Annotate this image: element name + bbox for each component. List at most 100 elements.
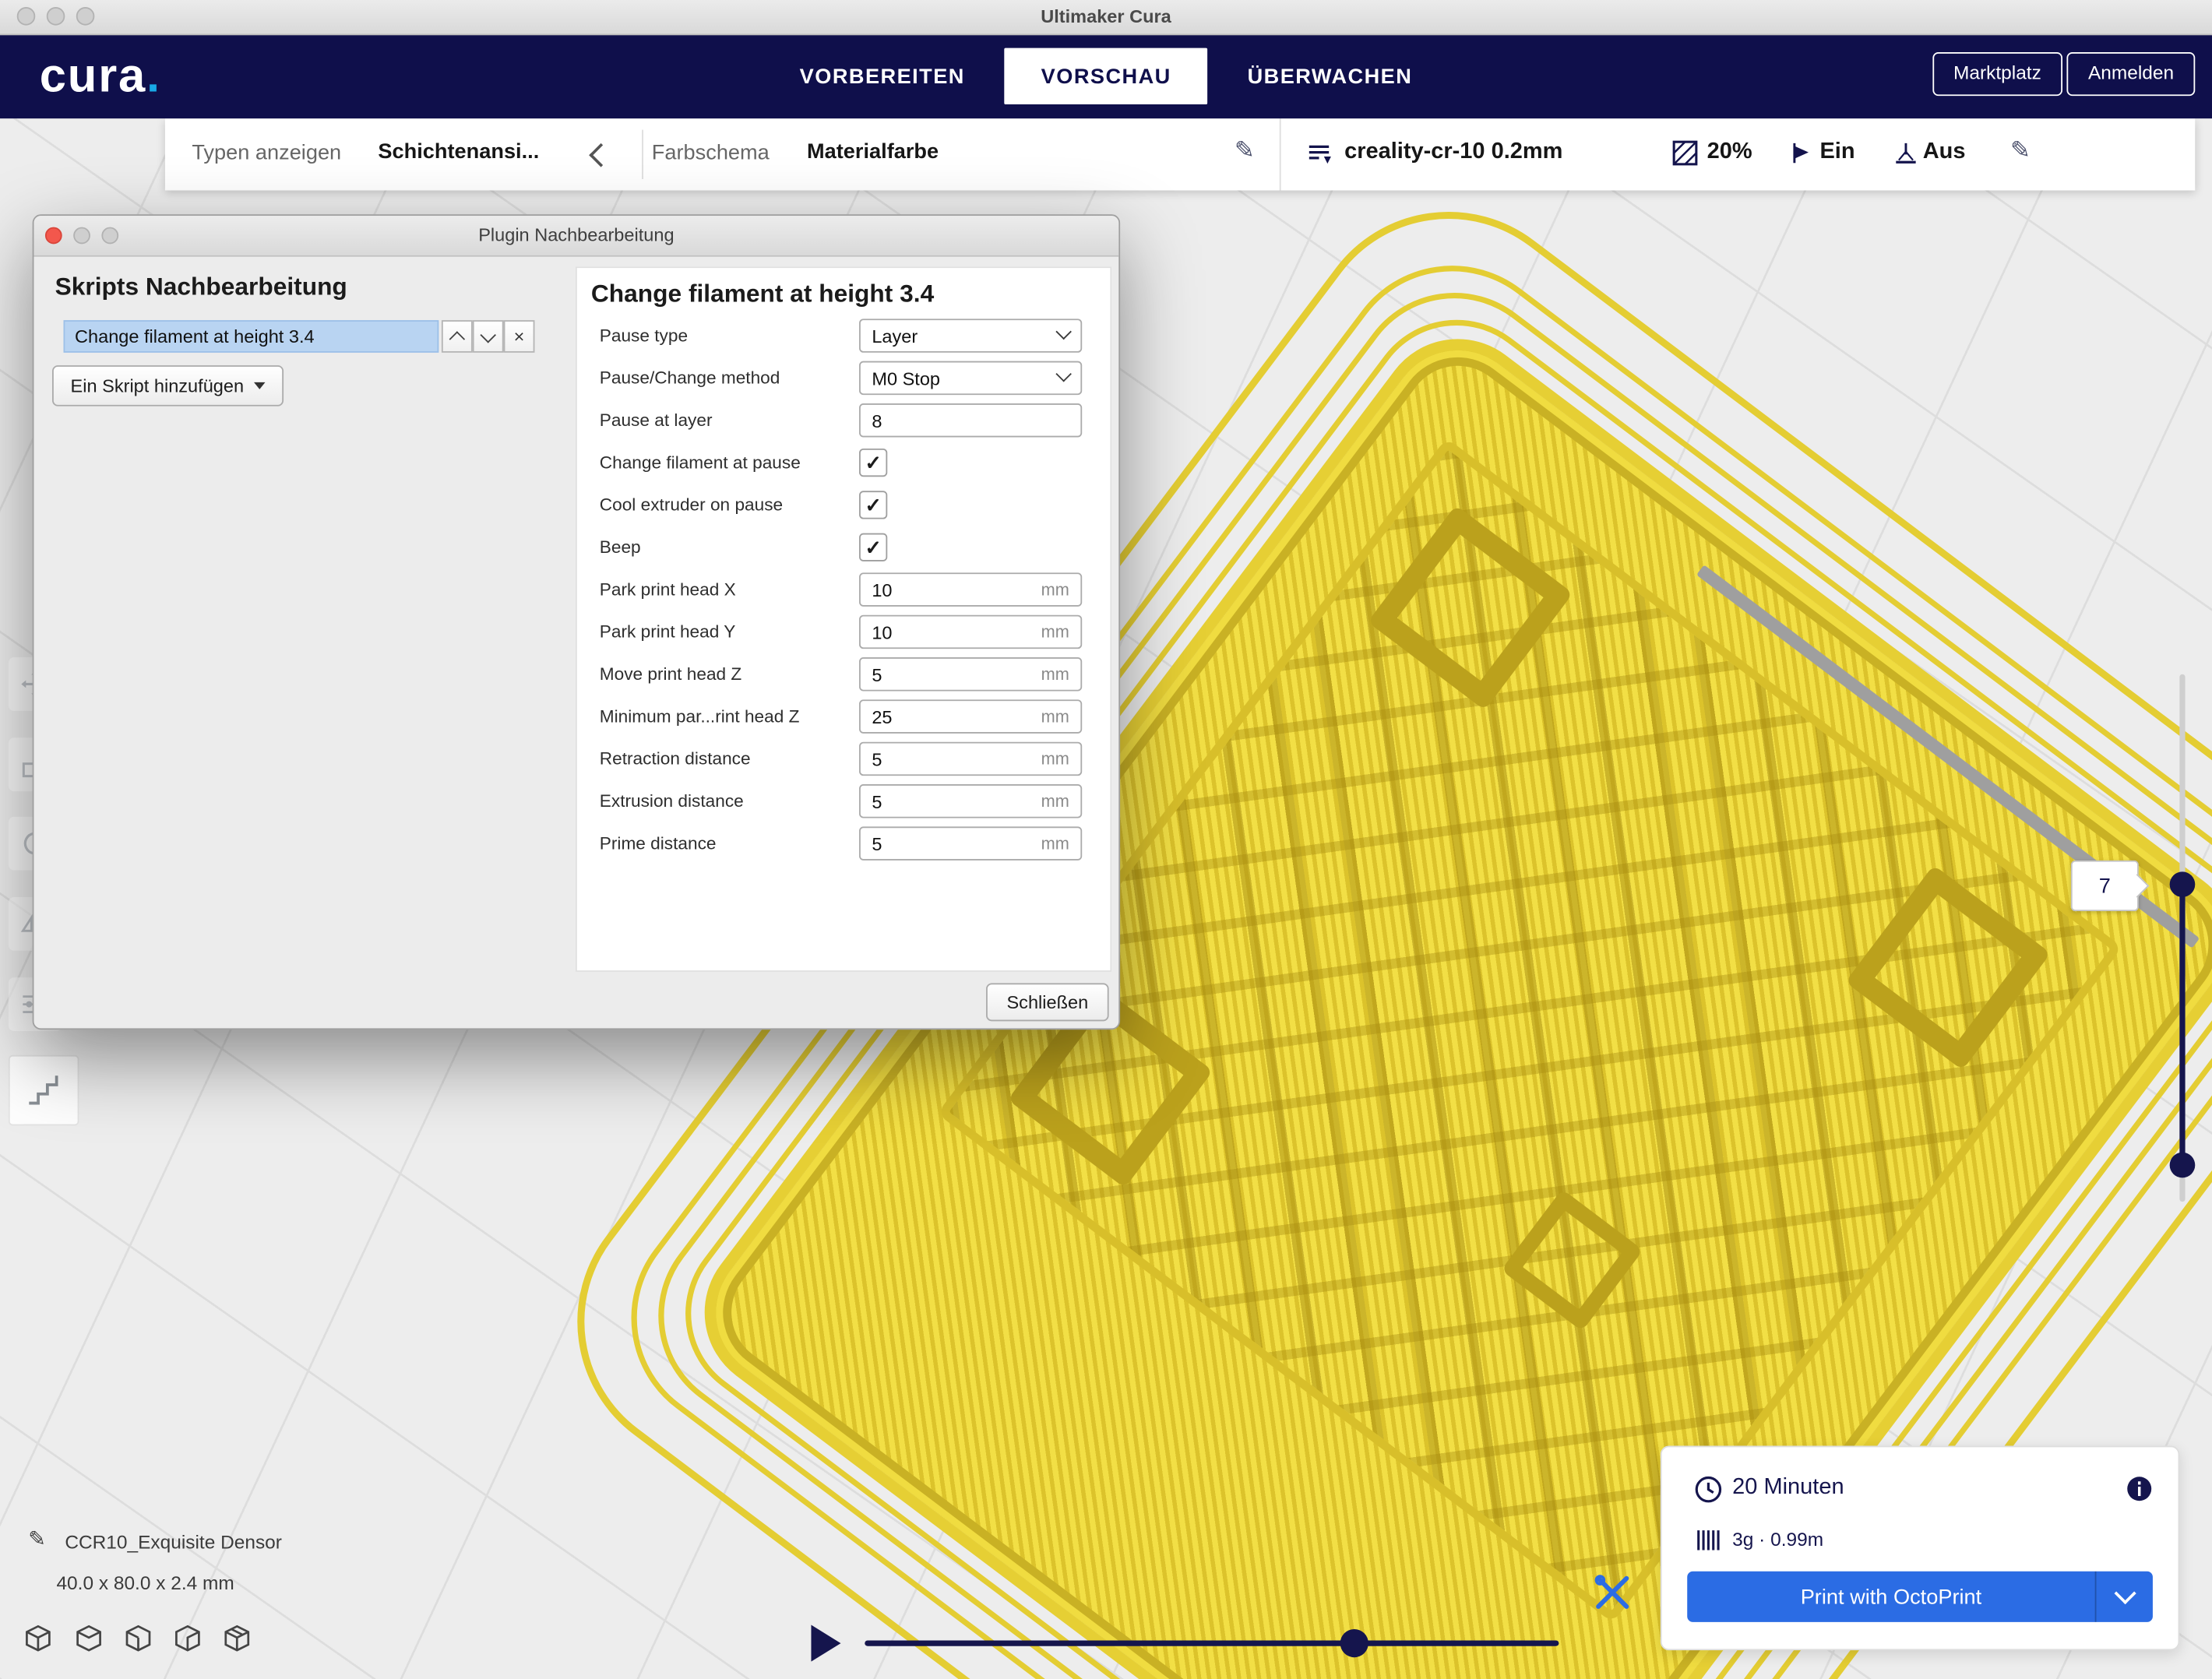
script-settings-panel: Change filament at height 3.4 Pause type… [576,266,1111,972]
dialog-title: Plugin Nachbearbeitung [33,224,1118,245]
add-script-button[interactable]: Ein Skript hinzufügen [52,365,284,407]
play-button[interactable] [811,1625,840,1662]
input-value: 8 [872,410,1069,431]
cool-extruder-checkbox[interactable]: ✓ [859,491,887,519]
move-z-input[interactable]: 5mm [859,657,1082,691]
infill-icon [1671,139,1698,173]
view-front-button[interactable] [71,1622,107,1663]
printer-profile[interactable]: creality-cr-10 0.2mm [1344,139,1562,165]
rename-pencil-icon[interactable]: ✎ [28,1526,46,1552]
window-title: Ultimaker Cura [0,5,2212,26]
adjust-tools-button[interactable] [1591,1572,1633,1614]
adhesion-icon [1893,139,1919,173]
adhesion-value[interactable]: Aus [1923,139,1966,165]
unit-label: mm [1041,833,1069,853]
cube-icon [19,1622,56,1656]
field-label: Park print head Y [600,622,859,642]
input-value: 5 [872,664,1041,685]
field-label: Change filament at pause [600,452,859,472]
layer-indicator: 7 [2071,861,2139,911]
marketplace-button[interactable]: Marktplatz [1932,52,2062,96]
view-type-label: Typen anzeigen [192,141,341,165]
checkmark-icon: ✓ [865,451,882,475]
simulation-slider-track[interactable] [865,1640,1559,1646]
tab-vorbereiten[interactable]: VORBEREITEN [760,33,1005,118]
print-options-dropdown[interactable] [2095,1572,2153,1622]
field-label: Cool extruder on pause [600,495,859,515]
pause-method-select[interactable]: M0 Stop [859,361,1082,395]
field-label: Beep [600,537,859,557]
unit-label: mm [1041,706,1069,726]
select-value: Layer [872,325,1049,346]
dialog-titlebar[interactable]: Plugin Nachbearbeitung [33,216,1118,257]
print-time-estimate: 20 Minuten [1732,1476,1844,1501]
tab-ueberwachen[interactable]: ÜBERWACHEN [1208,33,1452,118]
pause-at-layer-input[interactable]: 8 [859,403,1082,437]
layer-slider-lower-handle[interactable] [2170,1153,2196,1178]
color-scheme-value[interactable]: Materialfarbe [807,139,939,164]
field-label: Pause at layer [600,410,859,430]
change-filament-checkbox[interactable]: ✓ [859,449,887,477]
model-name: CCR10_Exquisite Densor [65,1532,282,1553]
field-label: Pause/Change method [600,368,859,388]
field-label: Retraction distance [600,749,859,769]
simulation-slider-handle[interactable] [1340,1629,1368,1657]
pause-type-select[interactable]: Layer [859,319,1082,352]
cube-top-icon [120,1622,157,1656]
view-top-button[interactable] [120,1622,157,1663]
park-y-input[interactable]: 10mm [859,615,1082,649]
remove-script-button[interactable]: × [504,320,535,353]
view-cube-button[interactable] [19,1622,56,1663]
checkmark-icon: ✓ [865,493,882,517]
view-left-button[interactable] [169,1622,206,1663]
infill-value[interactable]: 20% [1707,139,1752,165]
chevron-down-icon [480,326,495,342]
edit-pencil-icon[interactable]: ✎ [1235,137,1255,165]
layer-slider-upper-handle[interactable] [2170,871,2196,897]
prime-distance-input[interactable]: 5mm [859,826,1082,860]
scripts-heading: Skripts Nachbearbeitung [55,273,347,302]
cube-left-icon [169,1622,206,1656]
support-blocker-button[interactable] [9,1055,79,1126]
minimum-park-z-input[interactable]: 25mm [859,699,1082,733]
macos-titlebar: Ultimaker Cura [0,0,2212,35]
edit-print-settings-icon[interactable]: ✎ [2010,137,2031,165]
move-script-down-button[interactable] [473,320,504,353]
retraction-distance-input[interactable]: 5mm [859,742,1082,776]
layer-number: 7 [2099,874,2111,898]
info-icon[interactable] [2126,1476,2153,1502]
extrusion-distance-input[interactable]: 5mm [859,784,1082,818]
qr-finder-square [1845,865,2051,1071]
post-processing-dialog: Plugin Nachbearbeitung Skripts Nachbearb… [33,214,1120,1030]
app-header: cura. VORBEREITEN VORSCHAU ÜBERWACHEN Ma… [0,33,2212,118]
clock-icon [1692,1474,1724,1505]
view-right-button[interactable] [219,1622,255,1663]
chevron-left-icon[interactable] [589,143,613,167]
move-script-up-button[interactable] [442,320,473,353]
park-x-input[interactable]: 10mm [859,572,1082,606]
chevron-down-icon [1055,324,1071,340]
view-settings-toolbar: Typen anzeigen Schichtenansi... Farbsche… [165,118,2195,190]
beep-checkbox[interactable]: ✓ [859,533,887,561]
field-label: Extrusion distance [600,791,859,811]
add-script-label: Ein Skript hinzufügen [71,375,245,396]
close-x-icon: × [514,326,525,347]
script-list-item-selected[interactable]: Change filament at height 3.4 [64,320,439,353]
tab-vorschau[interactable]: VORSCHAU [1005,48,1208,104]
steps-icon [26,1072,62,1109]
field-label: Pause type [600,326,859,345]
print-button-label: Print with OctoPrint [1687,1572,2094,1622]
layer-slider-range[interactable] [2179,885,2185,1165]
input-value: 10 [872,579,1041,600]
wrench-screwdriver-icon [1591,1572,1633,1614]
print-with-octoprint-button[interactable]: Print with OctoPrint [1687,1572,2153,1622]
close-dialog-button[interactable]: Schließen [986,983,1109,1021]
qr-finder-square [1501,1189,1643,1332]
signin-button[interactable]: Anmelden [2067,52,2195,96]
unit-label: mm [1041,622,1069,642]
view-type-value[interactable]: Schichtenansi... [378,139,539,164]
support-value[interactable]: Ein [1819,139,1854,165]
app-window: ✎ CCR10_Exquisite Densor 40.0 x 80.0 x 2… [0,0,2212,1679]
field-label: Prime distance [600,833,859,853]
model-dimensions: 40.0 x 80.0 x 2.4 mm [56,1573,234,1594]
